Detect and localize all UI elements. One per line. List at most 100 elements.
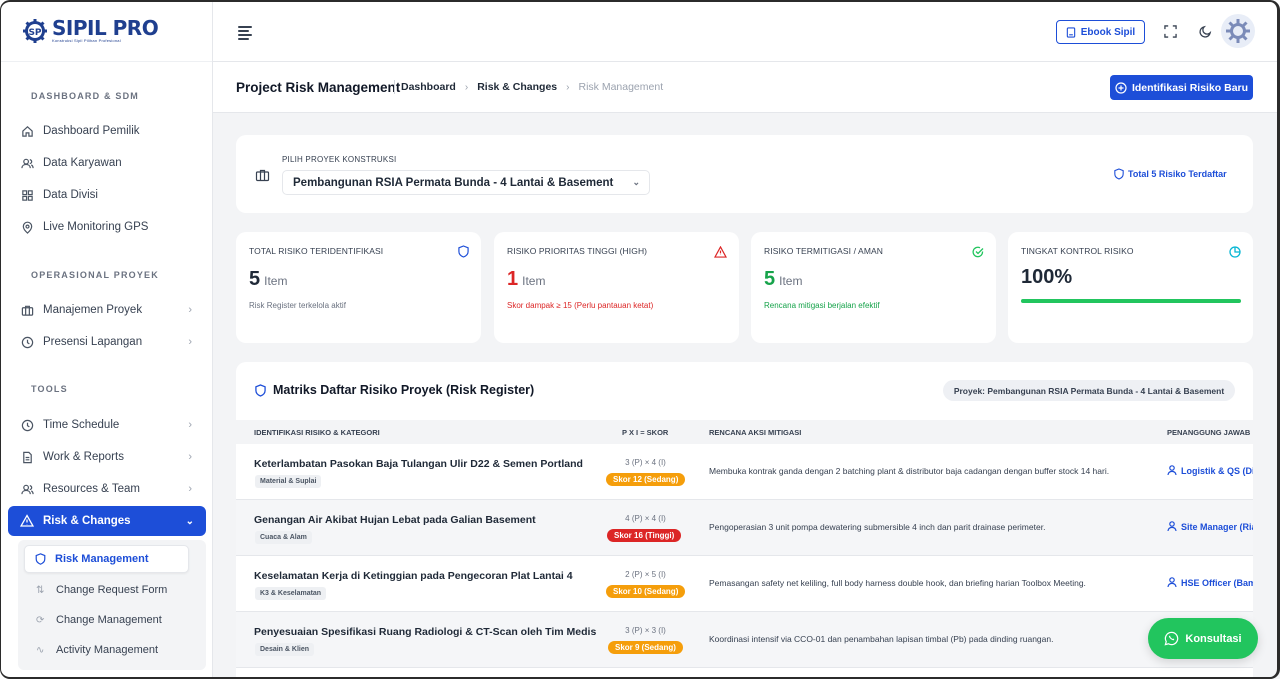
stat-label: TOTAL RISIKO TERIDENTIFIKASI bbox=[249, 246, 384, 256]
stat-value: 5 bbox=[249, 268, 261, 290]
breadcrumb-dashboard[interactable]: Dashboard bbox=[401, 81, 456, 93]
chevron-down-icon: ⌄ bbox=[632, 177, 640, 187]
risk-register-card: Matriks Daftar Risiko Proyek (Risk Regis… bbox=[236, 362, 1253, 679]
subitem-risk-management[interactable]: Risk Management bbox=[24, 545, 189, 573]
sidebar-item-manajemen-proyek[interactable]: Manajemen Proyek › bbox=[20, 299, 200, 321]
risk-mitigation: Pemasangan safety net keliling, full bod… bbox=[709, 578, 1086, 588]
sidebar-item-live-monitoring-gps[interactable]: Live Monitoring GPS bbox=[20, 216, 200, 238]
column-header: RENCANA AKSI MITIGASI bbox=[709, 428, 802, 437]
refresh-icon: ⟳ bbox=[36, 614, 45, 626]
stat-label: RISIKO PRIORITAS TINGGI (HIGH) bbox=[507, 246, 648, 256]
table-row[interactable]: Genangan Air Akibat Hujan Lebat pada Gal… bbox=[236, 500, 1253, 556]
stat-value: 1 bbox=[507, 268, 519, 290]
risk-px: 3 (P) × 3 (I) bbox=[625, 626, 666, 635]
project-select-value: Pembangunan RSIA Permata Bunda - 4 Lanta… bbox=[293, 176, 614, 189]
konsultasi-label: Konsultasi bbox=[1185, 632, 1242, 645]
chevron-right-icon: › bbox=[188, 304, 192, 316]
stat-unit: Item bbox=[264, 274, 288, 288]
brand[interactable]: SP SIPIL PRO Konstruksi Sipil Pilihan Pr… bbox=[0, 0, 212, 62]
sidebar-item-label: Risk & Changes bbox=[43, 515, 131, 527]
breadcrumb: Dashboard › Risk & Changes › Risk Manage… bbox=[394, 80, 663, 94]
check-circle-icon bbox=[972, 245, 984, 263]
menu-toggle-icon[interactable] bbox=[238, 26, 252, 42]
ebook-sipil-button[interactable]: Ebook Sipil bbox=[1056, 20, 1145, 44]
risk-title: Keterlambatan Pasokan Baja Tulangan Ulir… bbox=[254, 458, 583, 470]
register-title-text: Matriks Daftar Risiko Proyek (Risk Regis… bbox=[273, 383, 535, 397]
sidebar-item-presensi-lapangan[interactable]: Presensi Lapangan › bbox=[20, 331, 200, 353]
subitem-change-management[interactable]: ⟳ Change Management bbox=[36, 610, 162, 630]
risk-category: Cuaca & Alam bbox=[255, 531, 312, 544]
user-icon bbox=[1167, 465, 1177, 476]
risk-owner[interactable]: Logistik & QS (Dir bbox=[1167, 465, 1253, 476]
risk-owner[interactable]: HSE Officer (Bam bbox=[1167, 577, 1253, 588]
subitem-activity-management[interactable]: ∿ Activity Management bbox=[36, 640, 158, 660]
risk-px: 4 (P) × 4 (I) bbox=[625, 514, 666, 523]
dark-mode-icon[interactable] bbox=[1197, 23, 1213, 39]
stat-unit: Item bbox=[779, 274, 803, 288]
sidebar-item-work-reports[interactable]: Work & Reports › bbox=[20, 446, 200, 468]
sidebar-item-time-schedule[interactable]: Time Schedule › bbox=[20, 414, 200, 436]
map-pin-icon bbox=[20, 220, 34, 234]
shield-icon bbox=[255, 383, 266, 397]
risk-owner[interactable]: Site Manager (Ria bbox=[1167, 521, 1253, 532]
swap-icon: ⇅ bbox=[36, 584, 45, 596]
risk-category: Material & Suplai bbox=[255, 475, 322, 488]
risk-title: Keselamatan Kerja di Ketinggian pada Pen… bbox=[254, 570, 573, 582]
table-row[interactable]: Keterlambatan Pasokan Baja Tulangan Ulir… bbox=[236, 444, 1253, 500]
subitem-change-request-form[interactable]: ⇅ Change Request Form bbox=[36, 580, 167, 600]
risk-mitigation: Membuka kontrak ganda dengan 2 batching … bbox=[709, 466, 1110, 476]
logo-icon: SP bbox=[22, 18, 48, 44]
stat-value-wrap: 1 Item bbox=[507, 268, 545, 291]
project-select[interactable]: Pembangunan RSIA Permata Bunda - 4 Lanta… bbox=[282, 170, 650, 195]
sidebar-item-risk-changes[interactable]: Risk & Changes ⌄ bbox=[8, 506, 206, 536]
risk-control-progress bbox=[1021, 299, 1241, 303]
avatar[interactable] bbox=[1221, 14, 1255, 48]
stat-card-mitigated: RISIKO TERMITIGASI / AMAN 5 Item Rencana … bbox=[751, 232, 996, 343]
fullscreen-icon[interactable] bbox=[1162, 23, 1178, 39]
nav-section-operasional: OPERASIONAL PROYEK bbox=[31, 270, 159, 280]
sidebar-item-data-divisi[interactable]: Data Divisi bbox=[20, 184, 200, 206]
nav-section-tools: TOOLS bbox=[31, 384, 68, 394]
sidebar-item-label: Time Schedule bbox=[43, 419, 120, 431]
risk-mitigation: Koordinasi intensif via CCO-01 dan penam… bbox=[709, 634, 1054, 644]
risk-score-badge: Skor 9 (Sedang) bbox=[608, 641, 683, 654]
subitem-label: Activity Management bbox=[56, 644, 159, 656]
stat-unit: Item bbox=[522, 274, 546, 288]
stat-note: Skor dampak ≥ 15 (Perlu pantauan ketat) bbox=[507, 301, 654, 310]
stat-value: 5 bbox=[764, 268, 776, 290]
konsultasi-button[interactable]: Konsultasi bbox=[1148, 618, 1258, 659]
sidebar-item-label: Resources & Team bbox=[43, 483, 140, 495]
sidebar-item-resources-team[interactable]: Resources & Team › bbox=[20, 478, 200, 500]
chevron-right-icon: › bbox=[188, 483, 192, 495]
sidebar-item-dashboard-pemilik[interactable]: Dashboard Pemilik bbox=[20, 120, 200, 142]
chevron-right-icon: › bbox=[188, 451, 192, 463]
subitem-label: Change Management bbox=[56, 614, 162, 626]
risk-score-badge: Skor 12 (Sedang) bbox=[606, 473, 686, 486]
breadcrumb-risk-changes[interactable]: Risk & Changes bbox=[477, 81, 557, 93]
chevron-right-icon: › bbox=[464, 81, 469, 93]
grid-icon bbox=[20, 188, 34, 202]
table-row[interactable]: Keselamatan Kerja di Ketinggian pada Pen… bbox=[236, 556, 1253, 612]
total-risks-text: Total 5 Risiko Terdaftar bbox=[1128, 169, 1227, 179]
breadcrumb-current: Risk Management bbox=[578, 81, 664, 93]
chevron-right-icon: › bbox=[566, 81, 570, 93]
stat-label: RISIKO TERMITIGASI / AMAN bbox=[764, 246, 884, 256]
sidebar-item-data-karyawan[interactable]: Data Karyawan bbox=[20, 152, 200, 174]
topbar: Ebook Sipil bbox=[213, 0, 1280, 62]
project-selector-card: PILIH PROYEK KONSTRUKSI Pembangunan RSIA… bbox=[236, 135, 1253, 213]
sidebar-item-label: Live Monitoring GPS bbox=[43, 221, 149, 233]
stat-value-wrap: 5 Item bbox=[764, 268, 802, 291]
risk-px: 3 (P) × 4 (I) bbox=[625, 458, 666, 467]
table-row[interactable]: Penyesuaian Spesifikasi Ruang Radiologi … bbox=[236, 612, 1253, 668]
warning-icon bbox=[20, 514, 34, 528]
risk-mitigation: Pengoperasian 3 unit pompa dewatering su… bbox=[709, 522, 1046, 532]
identify-new-risk-button[interactable]: Identifikasi Risiko Baru bbox=[1110, 75, 1253, 100]
users-icon bbox=[20, 156, 34, 170]
brand-tagline: Konstruksi Sipil Pilihan Profesional bbox=[52, 38, 121, 43]
stat-value-wrap: 5 Item bbox=[249, 268, 287, 291]
logo-letters: SP bbox=[28, 28, 41, 38]
book-icon bbox=[1066, 26, 1076, 38]
register-title: Matriks Daftar Risiko Proyek (Risk Regis… bbox=[255, 383, 534, 397]
risk-score-badge: Skor 10 (Sedang) bbox=[606, 585, 686, 598]
briefcase-icon bbox=[20, 303, 34, 317]
